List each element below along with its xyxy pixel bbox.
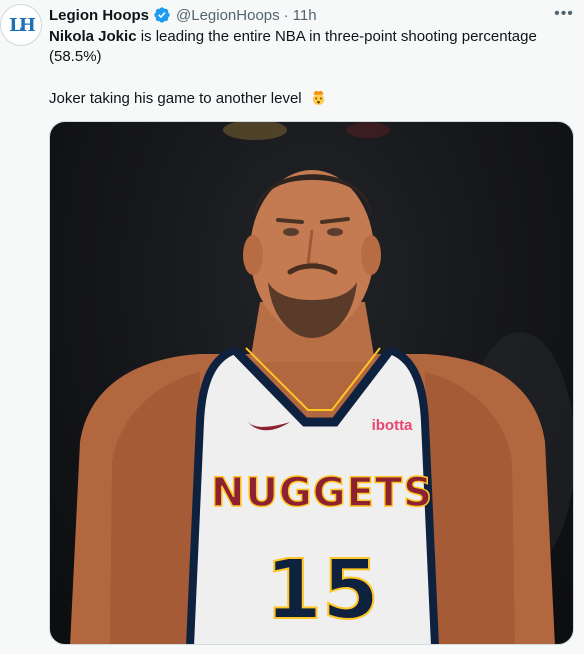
display-name[interactable]: Legion Hoops (49, 7, 149, 24)
tweet-comment: Joker taking his game to another level (49, 90, 302, 107)
tweet-text-line2: Joker taking his game to another level (49, 89, 327, 109)
exploding-head-icon (312, 90, 324, 106)
mention-name: Nikola Jokic (49, 28, 137, 45)
tweet[interactable]: LH Legion Hoops @LegionHoops · 11h ••• N… (0, 0, 584, 654)
jersey-sponsor-text: ibotta (372, 417, 413, 434)
tweet-text: Nikola Jokic is leading the entire NBA i… (49, 27, 574, 67)
more-options-icon[interactable]: ••• (554, 4, 574, 24)
verified-badge-icon (154, 7, 170, 23)
avatar[interactable]: LH (0, 4, 42, 46)
player-photo-illustration: ibotta NUGGETS 15 (70, 122, 573, 644)
jersey-number-text: 15 (265, 543, 379, 638)
timestamp[interactable]: 11h (293, 7, 317, 24)
tweet-photo[interactable]: ibotta NUGGETS 15 (49, 121, 574, 645)
separator-dot: · (283, 6, 289, 24)
tweet-header: Legion Hoops @LegionHoops · 11h (49, 5, 317, 25)
legion-hoops-logo: LH (9, 14, 36, 36)
jersey-team-text: NUGGETS (211, 470, 433, 516)
handle[interactable]: @LegionHoops (176, 7, 280, 24)
